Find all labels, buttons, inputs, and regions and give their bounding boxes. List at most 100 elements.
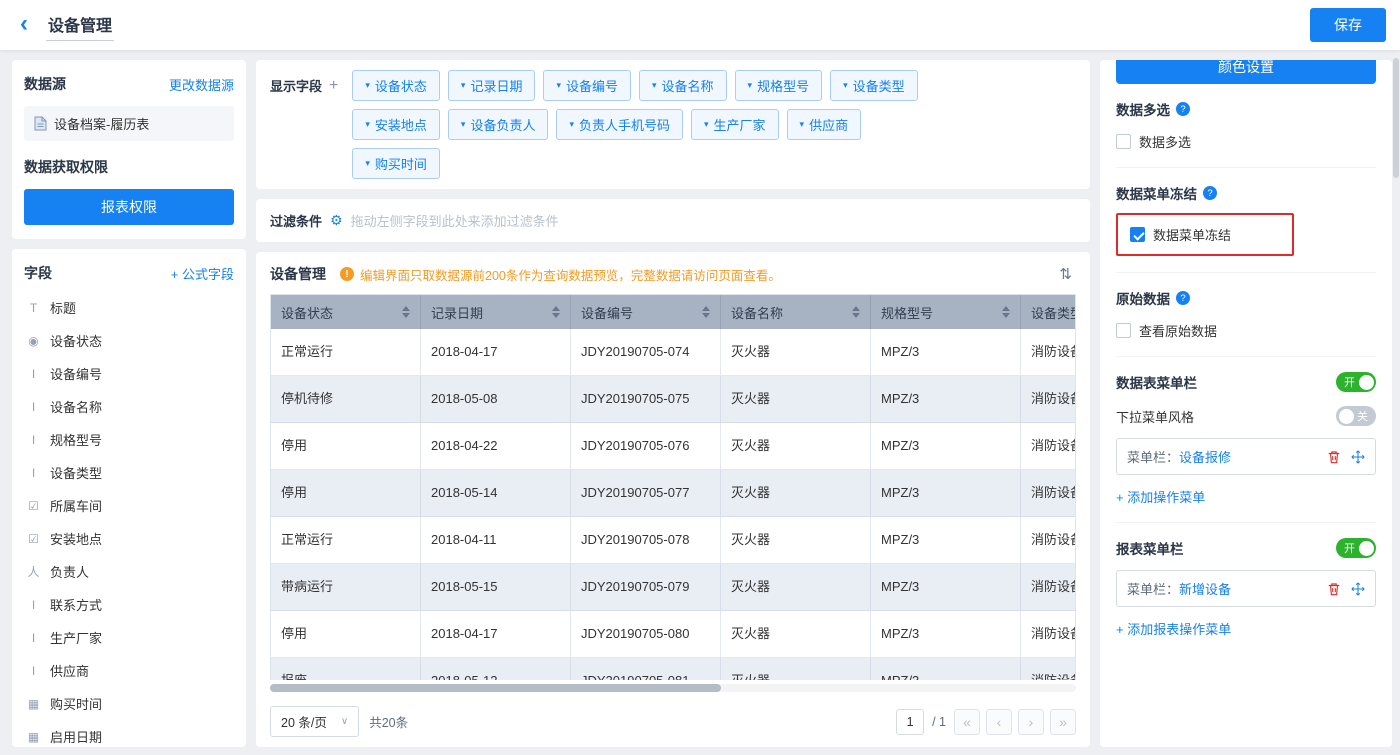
column-header[interactable]: 记录日期	[421, 295, 571, 329]
field-item[interactable]: T 标题	[24, 291, 234, 324]
table-cell: 正常运行	[271, 329, 421, 376]
field-item[interactable]: ◉ 设备状态	[24, 324, 234, 357]
report-menu-toggle[interactable]: 开	[1336, 538, 1376, 558]
back-button[interactable]: ‹	[20, 12, 28, 36]
change-datasource-link[interactable]: 更改数据源	[169, 75, 234, 94]
help-icon[interactable]: ?	[1176, 102, 1190, 116]
page-title[interactable]: 设备管理	[46, 10, 115, 41]
column-header[interactable]: 设备状态	[271, 295, 421, 329]
display-field-chip[interactable]: ▾ 供应商	[786, 109, 862, 140]
display-field-chip[interactable]: ▾ 安装地点	[352, 109, 440, 140]
table-row[interactable]: 停用2018-04-17JDY20190705-080灭火器MPZ/3消防设备	[271, 611, 1075, 658]
column-header[interactable]: 规格型号	[871, 295, 1021, 329]
table-cell: MPZ/3	[871, 611, 1021, 658]
table-row[interactable]: 停机待修 2018-05-08 JDY20190705-075 灭火器 MPZ/3 消防设…	[271, 376, 1075, 423]
datasource-item[interactable]: 设备档案-履历表	[24, 106, 234, 141]
display-field-chip[interactable]: ▾ 设备类型	[830, 70, 918, 101]
red-annotation-highlight: 数据菜单冻结	[1116, 213, 1294, 256]
horizontal-scrollbar-track[interactable]	[270, 684, 1076, 693]
field-item-label: 生产厂家	[50, 631, 103, 646]
last-page-button[interactable]: »	[1050, 708, 1076, 735]
add-display-field-button[interactable]: +	[329, 77, 338, 94]
sort-icon[interactable]	[402, 306, 410, 318]
help-icon[interactable]: ?	[1203, 186, 1217, 200]
display-field-chip[interactable]: ▾ 记录日期	[447, 70, 536, 101]
add-report-action-menu-link[interactable]: + 添加报表操作菜单	[1116, 619, 1231, 638]
table-cell: MPZ/3	[871, 517, 1021, 564]
checkbox-icon[interactable]	[1116, 323, 1131, 338]
page-size-select[interactable]: 20 条/页 ∨	[270, 706, 360, 737]
next-page-button[interactable]: ›	[1018, 708, 1044, 735]
report-permission-button[interactable]: 报表权限	[24, 189, 234, 225]
table-cell: 消防设备	[1021, 423, 1075, 470]
table-cell: 2018-04-17	[421, 329, 571, 376]
column-header[interactable]: 设备类型	[1021, 295, 1075, 329]
color-settings-button[interactable]: 颜色设置	[1116, 60, 1376, 84]
display-field-chip[interactable]: ▾ 设备名称	[639, 70, 727, 101]
table-row[interactable]: 正常运行 2018-04-17 JDY20190705-074 灭火器 MPZ/3 消防设…	[271, 329, 1075, 376]
display-field-chip[interactable]: ▾ 生产厂家	[691, 109, 779, 140]
display-field-chip[interactable]: ▾ 购买时间	[352, 148, 440, 179]
field-item[interactable]: I 规格型号	[24, 423, 234, 456]
field-item[interactable]: I 设备类型	[24, 456, 234, 489]
prev-page-button[interactable]: ‹	[986, 708, 1012, 735]
table-row[interactable]: 停用2018-04-22JDY20190705-076灭火器MPZ/3消防设备	[271, 423, 1075, 470]
sort-icon[interactable]	[702, 306, 710, 318]
field-item[interactable]: I 设备名称	[24, 390, 234, 423]
field-item[interactable]: ▦ 启用日期	[24, 720, 234, 747]
column-header-label: 设备类型	[1031, 305, 1075, 321]
page-scrollbar-thumb[interactable]	[1393, 58, 1399, 178]
field-item[interactable]: I 生产厂家	[24, 621, 234, 654]
menu-freeze-checkbox[interactable]: 数据菜单冻结	[1130, 225, 1280, 244]
table-row[interactable]: 报废2018-05-12JDY20190705-081灭火器MPZ/3消防设备	[271, 658, 1075, 681]
table-row[interactable]: 正常运行 2018-04-11 JDY20190705-078 灭火器 MPZ/3 消防设…	[271, 517, 1075, 564]
checkbox-icon[interactable]	[1116, 134, 1131, 149]
table-cell: 消防设备	[1021, 329, 1075, 376]
field-item[interactable]: 人负责人	[24, 555, 234, 588]
gear-icon[interactable]: ⚙	[330, 212, 343, 229]
sort-asc-icon	[552, 306, 560, 311]
sort-desc-icon	[702, 313, 710, 318]
first-page-button[interactable]: «	[954, 708, 980, 735]
sort-icon[interactable]	[552, 306, 560, 318]
field-item[interactable]: ▦ 购买时间	[24, 687, 234, 720]
display-field-chip[interactable]: ▾ 设备负责人	[447, 109, 549, 140]
column-header[interactable]: 设备名称	[721, 295, 871, 329]
display-field-chip[interactable]: ▾ 负责人手机号码	[556, 109, 683, 140]
table-cell: 停用	[271, 470, 421, 517]
user-field-icon: 人	[27, 565, 40, 579]
field-item[interactable]: I 供应商	[24, 654, 234, 687]
multi-select-checkbox[interactable]: 数据多选	[1116, 132, 1376, 151]
column-header[interactable]: 设备编号	[571, 295, 721, 329]
add-action-menu-link[interactable]: + 添加操作菜单	[1116, 487, 1205, 506]
menu-item-device-repair[interactable]: 菜单栏： 设备报修	[1116, 438, 1376, 475]
help-icon[interactable]: ?	[1176, 291, 1190, 305]
table-menu-toggle[interactable]: 开	[1336, 372, 1376, 392]
add-formula-field-link[interactable]: + 公式字段	[171, 264, 234, 283]
field-item[interactable]: ☑ 所属车间	[24, 489, 234, 522]
save-button[interactable]: 保存	[1310, 8, 1386, 42]
raw-data-checkbox[interactable]: 查看原始数据	[1116, 321, 1376, 340]
checkbox-icon[interactable]	[1130, 227, 1145, 242]
display-field-chip[interactable]: ▾ 规格型号	[734, 70, 823, 101]
table-row[interactable]: 带病运行 2018-05-15 JDY20190705-079 灭火器 MPZ/3 消防设…	[271, 564, 1075, 611]
move-icon[interactable]	[1351, 450, 1365, 464]
trash-icon[interactable]	[1327, 450, 1341, 464]
sort-icon[interactable]	[1002, 306, 1010, 318]
field-item[interactable]: I 联系方式	[24, 588, 234, 621]
toggle-off-label: 关	[1357, 411, 1368, 423]
field-item[interactable]: ☑ 安装地点	[24, 522, 234, 555]
trash-icon[interactable]	[1327, 582, 1341, 596]
move-icon[interactable]	[1351, 582, 1365, 596]
horizontal-scrollbar-thumb[interactable]	[270, 684, 722, 693]
sort-icon[interactable]	[852, 306, 860, 318]
menu-item-new-device[interactable]: 菜单栏： 新增设备	[1116, 570, 1376, 607]
table-sort-icon[interactable]: ⇅	[1055, 265, 1076, 283]
filter-drop-placeholder[interactable]: 拖动左侧字段到此处来添加过滤条件	[351, 211, 559, 230]
field-item[interactable]: I 设备编号	[24, 357, 234, 390]
display-field-chip[interactable]: ▾ 设备编号	[543, 70, 631, 101]
dropdown-style-toggle[interactable]: 关	[1336, 406, 1376, 426]
display-field-chip[interactable]: ▾ 设备状态	[352, 70, 440, 101]
table-row[interactable]: 停用2018-05-14JDY20190705-077灭火器MPZ/3消防设备	[271, 470, 1075, 517]
current-page-input[interactable]: 1	[896, 708, 925, 735]
